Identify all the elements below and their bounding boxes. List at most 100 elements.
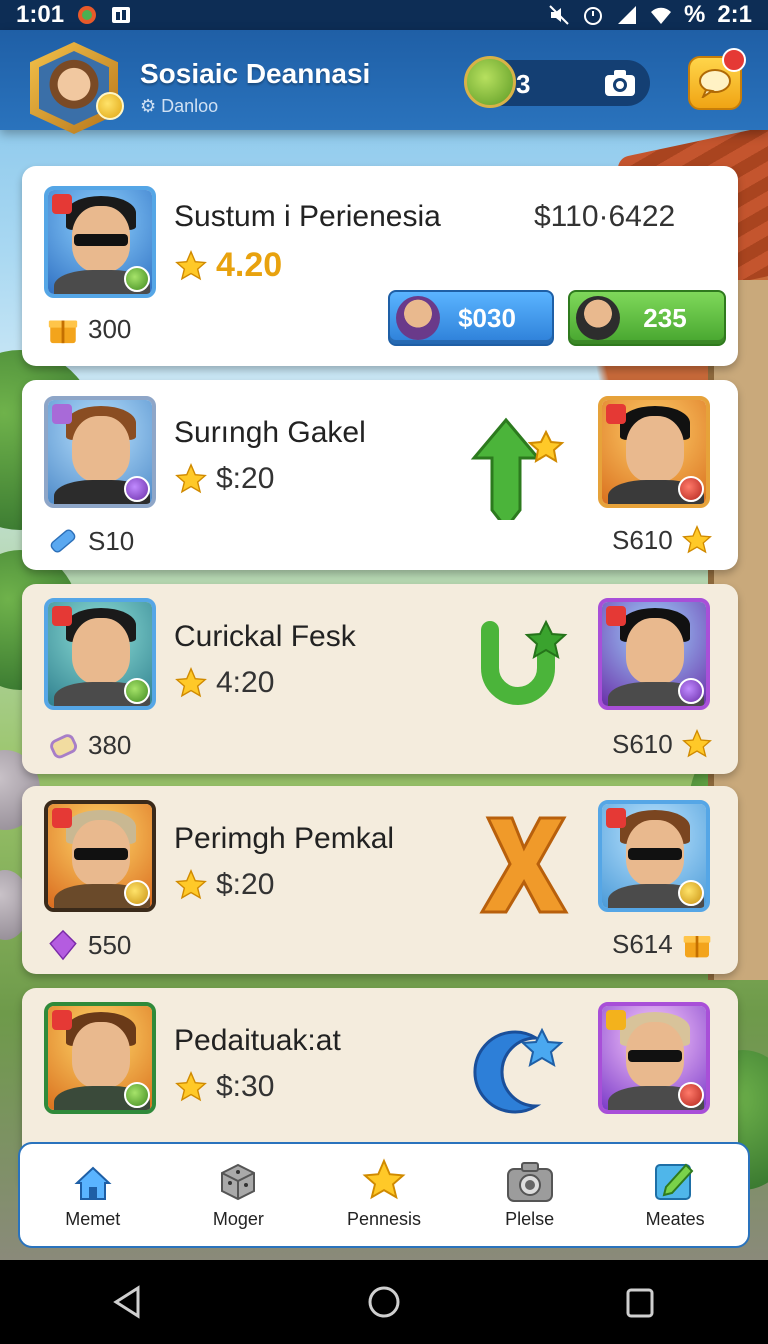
card-cost: 300 [46, 312, 131, 346]
class-badge-icon [52, 194, 72, 214]
edit-icon [655, 1163, 694, 1200]
player-avatar[interactable] [30, 42, 118, 134]
app-notification-icon [76, 4, 98, 26]
gift-box-icon [683, 936, 711, 958]
home-circle-icon[interactable] [366, 1284, 402, 1320]
card-cost: 380 [46, 728, 131, 762]
character-portrait [44, 598, 156, 710]
nav-camera[interactable]: Plelse [465, 1161, 595, 1230]
card-right-price: S610 [612, 728, 713, 760]
camera-button[interactable] [602, 66, 638, 100]
opponent-portrait [598, 598, 710, 710]
gallery-notification-icon [110, 4, 132, 26]
green-horseshoe-icon[interactable] [468, 612, 568, 712]
buy-blue-button[interactable]: $030 [388, 290, 554, 346]
character-portrait [44, 396, 156, 508]
star-icon [362, 1158, 406, 1200]
list-item[interactable]: Perimgh Pemkal $:20 550 S614 [22, 786, 738, 974]
buy-green-button[interactable]: 235 [568, 290, 726, 346]
rank-badge-icon [678, 1082, 704, 1108]
character-mini-icon [396, 296, 440, 340]
star-icon [681, 524, 712, 554]
alarm-icon [582, 4, 604, 26]
card-rating-value: 4.20 [216, 246, 283, 284]
camera-icon [506, 1162, 553, 1202]
card-rating: 4.20 [174, 246, 282, 285]
card-title: Curickal Fesk [174, 620, 356, 653]
status-clock-right: 2:1 [717, 1, 752, 28]
rank-star-icon [124, 266, 150, 292]
character-portrait [44, 1002, 156, 1114]
list-item[interactable]: Surıngh Gakel $:20 S10 S610 [22, 380, 738, 570]
nav-home[interactable]: Memet [28, 1163, 158, 1230]
card-title: Perimgh Pemkal [174, 822, 395, 855]
signal-icon [616, 4, 638, 26]
nav-star[interactable]: Pennesis [319, 1157, 449, 1230]
potion-icon [50, 734, 78, 759]
system-nav-bar [0, 1260, 768, 1344]
card-rating-value: $:30 [216, 1070, 275, 1103]
opponent-portrait [598, 396, 710, 508]
battery-percent: % [683, 1, 706, 28]
card-cost-value: S10 [88, 525, 135, 556]
class-badge-icon [52, 404, 72, 424]
rank-star-icon [124, 880, 150, 906]
dice-icon [221, 1163, 256, 1201]
star-icon [681, 728, 712, 758]
card-top-price: $110·6422 [534, 200, 676, 233]
class-badge-icon [606, 606, 626, 626]
chat-bubble-icon [699, 69, 731, 98]
card-title: Surıngh Gakel [174, 416, 366, 449]
class-badge-icon [52, 808, 72, 828]
coin-count: 3 [516, 69, 531, 99]
rank-star-icon [124, 678, 150, 704]
blue-moon-star-icon[interactable] [466, 1018, 566, 1118]
green-arrow-up-icon[interactable] [468, 410, 568, 520]
character-portrait [44, 186, 156, 298]
class-badge-icon [52, 1010, 72, 1030]
nav-edit[interactable]: Meates [610, 1157, 740, 1230]
card-title: Pedaituak:at [174, 1024, 341, 1057]
bottom-nav: Memet Moger Pennesis Plelse Meates [18, 1142, 750, 1248]
orange-x-icon[interactable] [476, 810, 572, 920]
coin-counter[interactable]: 3 [464, 56, 650, 108]
star-icon [175, 869, 207, 900]
class-badge-icon [606, 808, 626, 828]
card-rating-value: 4:20 [216, 666, 275, 699]
gem-icon [49, 929, 77, 961]
featured-card[interactable]: Sustum i Perienesia 4.20 $110·6422 300 $… [22, 166, 738, 366]
list-item[interactable]: Curickal Fesk 4:20 380 S610 [22, 584, 738, 774]
star-icon [175, 463, 207, 494]
wifi-icon [650, 4, 672, 26]
ticket-icon [50, 529, 76, 553]
gift-box-icon [48, 320, 78, 344]
star-icon [175, 667, 207, 698]
recents-icon[interactable] [622, 1284, 658, 1320]
star-icon [175, 249, 207, 280]
mute-icon [548, 4, 570, 26]
player-subtitle-text: Danloo [161, 96, 219, 116]
back-icon[interactable] [110, 1284, 146, 1320]
rank-star-icon [678, 880, 704, 906]
nav-dice[interactable]: Moger [173, 1159, 303, 1230]
player-name: Sosiaic Deannasi [140, 58, 371, 89]
card-cost-value: 380 [88, 729, 132, 760]
status-bar: 1:01 % 2:1 [0, 0, 768, 30]
card-rating-value: $:20 [216, 462, 275, 495]
rank-badge-icon [124, 1082, 150, 1108]
card-rating: $:20 [174, 462, 274, 496]
rank-badge-icon [124, 476, 150, 502]
card-cost-value: 300 [88, 313, 132, 344]
nav-home-label: Memet [65, 1209, 121, 1229]
status-time: 1:01 [16, 1, 65, 28]
gear-icon: ⚙ [140, 96, 157, 116]
notification-badge [722, 48, 746, 72]
star-icon [175, 1071, 207, 1102]
card-right-price-value: S614 [612, 928, 673, 959]
coin-icon [464, 56, 516, 108]
home-icon [74, 1166, 112, 1200]
card-right-price: S610 [612, 524, 713, 556]
card-rating: 4:20 [174, 666, 274, 700]
class-badge-icon [606, 404, 626, 424]
card-cost: 550 [46, 928, 131, 962]
